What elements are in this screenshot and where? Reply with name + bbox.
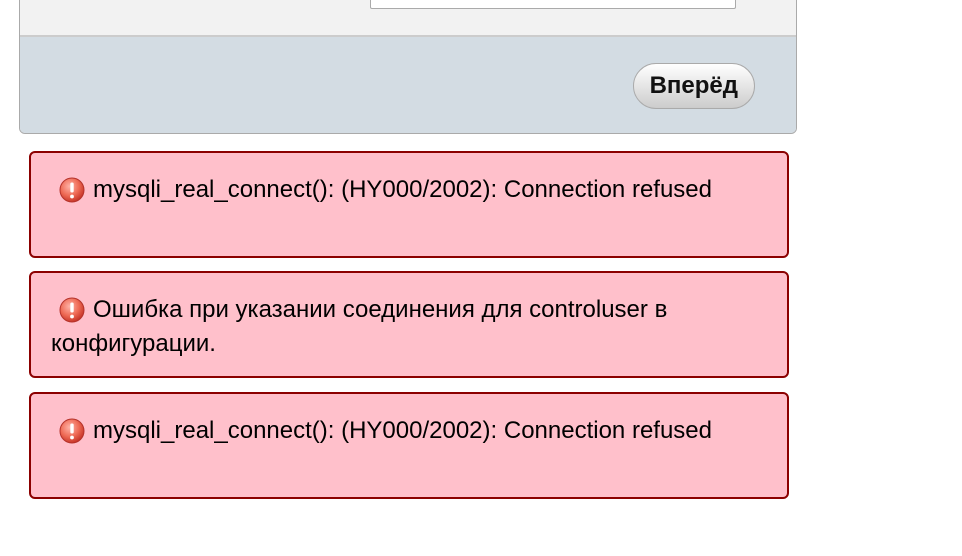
error-message: mysqli_real_connect(): (HY000/2002): Con… bbox=[29, 151, 789, 258]
server-input-field[interactable] bbox=[370, 0, 736, 9]
error-message: mysqli_real_connect(): (HY000/2002): Con… bbox=[29, 392, 789, 499]
login-panel-footer: Вперёд bbox=[20, 35, 796, 133]
error-icon bbox=[59, 177, 85, 203]
error-text: Ошибка при указании соединения для contr… bbox=[51, 296, 668, 357]
login-panel: Вперёд bbox=[19, 0, 797, 134]
error-text: mysqli_real_connect(): (HY000/2002): Con… bbox=[93, 417, 712, 444]
error-icon bbox=[59, 418, 85, 444]
error-icon bbox=[59, 297, 85, 323]
error-message: Ошибка при указании соединения для contr… bbox=[29, 271, 789, 378]
error-text: mysqli_real_connect(): (HY000/2002): Con… bbox=[93, 176, 712, 203]
go-button[interactable]: Вперёд bbox=[632, 63, 755, 109]
